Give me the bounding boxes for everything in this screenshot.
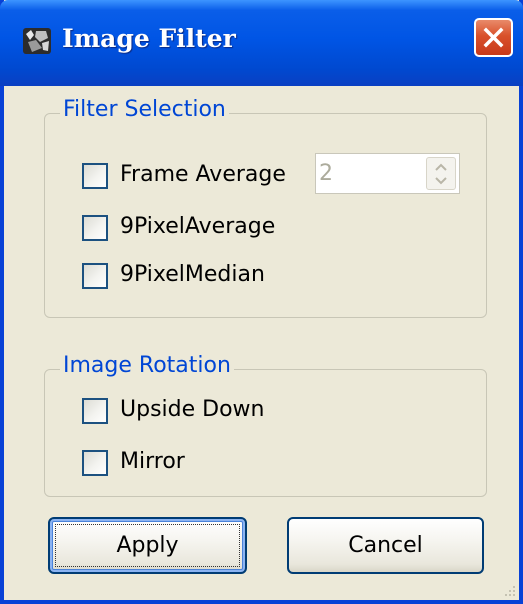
upside-down-label[interactable]: Upside Down [120,397,264,422]
upside-down-checkbox[interactable] [82,398,108,424]
image-rotation-legend: Image Rotation [60,353,234,378]
frame-count-spinner[interactable]: 2 [315,153,460,194]
chevron-down-icon[interactable] [434,176,448,186]
app-logo-icon [23,28,51,54]
filter-selection-legend: Filter Selection [60,97,229,122]
chevron-up-icon[interactable] [434,162,448,172]
cancel-button[interactable]: Cancel [287,517,484,574]
nine-pixel-median-checkbox[interactable] [82,263,108,289]
nine-pixel-median-label[interactable]: 9PixelMedian [120,262,265,287]
cancel-button-label[interactable]: Cancel [348,533,423,558]
image-rotation-group [44,369,487,497]
close-icon [483,27,504,48]
title-bar[interactable]: Image Filter [0,0,523,86]
image-filter-dialog: Image Filter Filter Selection Frame Aver… [0,0,523,604]
spin-buttons[interactable] [426,157,456,190]
mirror-label[interactable]: Mirror [120,449,185,474]
nine-pixel-average-checkbox[interactable] [82,215,108,241]
focus-rect [55,524,240,567]
frame-average-label[interactable]: Frame Average [120,162,286,187]
mirror-checkbox[interactable] [82,450,108,476]
nine-pixel-average-label[interactable]: 9PixelAverage [120,214,275,239]
apply-button[interactable]: Apply [48,517,247,574]
resize-grip-icon[interactable] [501,582,517,598]
frame-count-value[interactable]: 2 [319,161,333,186]
close-button[interactable] [474,18,513,57]
window-title: Image Filter [62,24,236,53]
frame-average-checkbox[interactable] [82,163,108,189]
